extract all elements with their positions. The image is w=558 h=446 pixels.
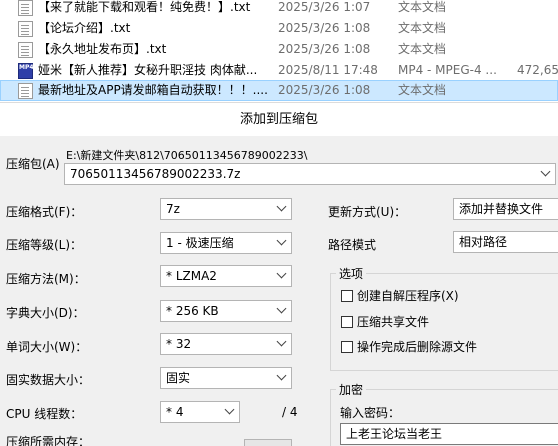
solid-label: 固实数据大小： — [6, 373, 91, 387]
file-type: 文本文档 — [398, 0, 447, 14]
memory-label: 压缩所需内存： — [6, 435, 91, 446]
archive-name-combo[interactable]: 70650113456789002233.7z — [64, 163, 556, 185]
word-select[interactable]: * 32 — [160, 333, 292, 355]
archive-name-value: 70650113456789002233.7z — [70, 167, 241, 181]
checkbox-box[interactable] — [341, 290, 353, 302]
file-type: MP4 - MPEG-4 ... — [398, 63, 497, 77]
level-label: 压缩等级(L)： — [6, 238, 83, 252]
video-file-icon: MP4 — [18, 63, 34, 79]
method-label: 压缩方法(M)： — [6, 272, 86, 286]
solid-value: 固实 — [166, 371, 191, 385]
format-value: 7z — [166, 202, 180, 216]
dict-label: 字典大小(D)： — [6, 306, 85, 320]
text-file-icon — [18, 83, 33, 99]
add-to-archive-dialog: 添加到压缩包 压缩包(A) E:\新建文件夹\812\7065011345678… — [0, 102, 558, 446]
chevron-down-icon[interactable] — [276, 303, 287, 314]
file-row[interactable]: 【来了就能下载和观看！纯免费！】.txt 2025/3/26 1:07 文本文档 — [0, 0, 558, 18]
chevron-down-icon[interactable] — [276, 268, 287, 279]
password-label: 输入密码： — [340, 406, 401, 420]
file-date: 2025/3/26 1:08 — [278, 21, 371, 35]
shared-files-checkbox-label: 压缩共享文件 — [357, 315, 430, 329]
file-name: 最新地址及APP请发邮箱自动获取！！！.... — [38, 83, 268, 97]
memory-value-field — [244, 439, 292, 446]
solid-select[interactable]: 固实 — [160, 367, 292, 389]
shared-files-checkbox[interactable]: 压缩共享文件 — [341, 314, 429, 330]
threads-total: / 4 — [282, 405, 298, 419]
update-label: 更新方式(U)： — [328, 205, 407, 219]
threads-label: CPU 线程数： — [6, 407, 83, 421]
sfx-checkbox[interactable]: 创建自解压程序(X) — [341, 288, 459, 304]
sfx-checkbox-label: 创建自解压程序(X) — [357, 289, 459, 303]
file-row[interactable]: 【论坛介绍】.txt 2025/3/26 1:08 文本文档 — [0, 18, 558, 39]
chevron-down-icon[interactable] — [276, 336, 287, 347]
level-select[interactable]: 1 - 极速压缩 — [160, 232, 292, 254]
archive-label: 压缩包(A) — [6, 157, 60, 171]
format-label: 压缩格式(F)： — [6, 205, 83, 219]
file-list: 【来了就能下载和观看！纯免费！】.txt 2025/3/26 1:07 文本文档… — [0, 0, 558, 102]
dict-select[interactable]: * 256 KB — [160, 300, 292, 322]
options-title: 选项 — [336, 265, 367, 282]
word-value: * 32 — [166, 337, 192, 351]
chevron-down-icon[interactable] — [276, 370, 287, 381]
update-select[interactable]: 添加并替换文件 — [453, 198, 558, 220]
chevron-down-icon[interactable] — [276, 235, 287, 246]
file-date: 2025/3/26 1:08 — [278, 42, 371, 56]
file-row-selected[interactable]: 最新地址及APP请发邮箱自动获取！！！.... 2025/3/26 1:08 文… — [0, 80, 558, 101]
format-select[interactable]: 7z — [160, 198, 292, 220]
method-value: * LZMA2 — [166, 269, 217, 283]
path-mode-label: 路径模式 — [328, 238, 377, 252]
file-name: 【永久地址发布页】.txt — [38, 42, 167, 56]
file-name: 【论坛介绍】.txt — [38, 21, 131, 35]
delete-after-checkbox[interactable]: 操作完成后删除源文件 — [341, 339, 477, 355]
method-select[interactable]: * LZMA2 — [160, 265, 292, 287]
file-date: 2025/3/26 1:08 — [278, 83, 371, 97]
file-name: 娅米【新人推荐】女秘升职淫技 肉体献... — [38, 63, 258, 77]
checkbox-box[interactable] — [341, 341, 353, 353]
update-value: 添加并替换文件 — [459, 202, 544, 216]
chevron-down-icon[interactable] — [224, 404, 235, 415]
file-size: 472,65 — [517, 63, 558, 77]
text-file-icon — [18, 0, 33, 16]
file-date: 2025/8/11 17:48 — [278, 63, 378, 77]
chevron-down-icon[interactable] — [540, 166, 551, 177]
threads-value: * 4 — [166, 405, 184, 419]
text-file-icon — [18, 21, 33, 37]
password-input[interactable]: 上老王论坛当老王 — [340, 423, 558, 445]
dict-value: * 256 KB — [166, 304, 219, 318]
file-row[interactable]: MP4 娅米【新人推荐】女秘升职淫技 肉体献... 2025/8/11 17:4… — [0, 60, 558, 81]
dialog-title: 添加到压缩包 — [0, 103, 558, 136]
word-label: 单词大小(W)： — [6, 340, 88, 354]
file-type: 文本文档 — [398, 42, 447, 56]
delete-after-checkbox-label: 操作完成后删除源文件 — [357, 340, 478, 354]
file-date: 2025/3/26 1:07 — [278, 0, 371, 14]
encryption-title: 加密 — [336, 381, 367, 398]
path-mode-select[interactable]: 相对路径 — [453, 231, 558, 253]
checkbox-box[interactable] — [341, 316, 353, 328]
chevron-down-icon[interactable] — [276, 201, 287, 212]
file-name: 【来了就能下载和观看！纯免费！】.txt — [38, 0, 251, 14]
path-mode-value: 相对路径 — [459, 235, 508, 249]
threads-select[interactable]: * 4 — [160, 401, 240, 423]
file-type: 文本文档 — [398, 21, 447, 35]
file-row[interactable]: 【永久地址发布页】.txt 2025/3/26 1:08 文本文档 — [0, 39, 558, 60]
file-type: 文本文档 — [398, 83, 447, 97]
text-file-icon — [18, 42, 33, 58]
archive-path: E:\新建文件夹\812\70650113456789002233\ — [66, 149, 308, 162]
level-value: 1 - 极速压缩 — [166, 236, 234, 250]
